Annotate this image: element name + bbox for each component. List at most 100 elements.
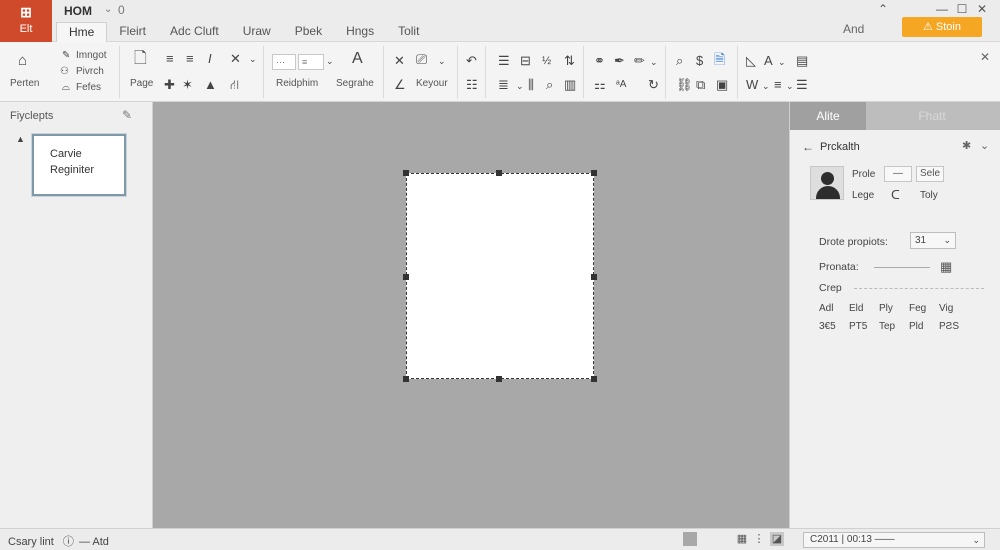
account-label[interactable]: And <box>843 22 864 36</box>
pen-icon[interactable]: ✒ <box>614 54 625 68</box>
picture-icon[interactable]: ⎚ <box>416 52 427 66</box>
align-icon[interactable]: ≡ <box>774 78 782 92</box>
resize-handle-right[interactable] <box>591 274 597 280</box>
spacing-icon[interactable]: ⇅ <box>564 54 575 68</box>
grid-view-icon[interactable]: ▦ <box>735 532 749 546</box>
page-label[interactable]: Page <box>130 78 153 89</box>
resize-handle-left[interactable] <box>403 274 409 280</box>
italic-icon[interactable]: I <box>208 52 212 66</box>
grid-icon[interactable]: ▦ <box>940 259 952 275</box>
chain-icon[interactable]: ⛓ <box>676 78 693 92</box>
symbol-icon[interactable]: ⚏ <box>594 78 606 92</box>
start-button[interactable]: ⚠ Stoin <box>902 17 982 37</box>
distribute-icon[interactable]: ☰ <box>796 78 808 92</box>
delete-icon[interactable]: ✕ <box>394 54 405 68</box>
font-color-icon[interactable]: A <box>764 54 773 68</box>
panel-close-icon[interactable]: ⌄ <box>980 139 989 152</box>
align-center-icon[interactable]: ≡ <box>186 52 194 66</box>
dropdown-arrow-icon[interactable]: ⌄ <box>650 55 658 69</box>
columns-icon[interactable]: ⫼ <box>528 78 534 92</box>
back-arrow-icon[interactable]: ← <box>802 140 814 154</box>
segraphe-label[interactable]: Segrahe <box>336 78 374 89</box>
search-icon[interactable]: ⌕ <box>676 54 683 68</box>
copy-format-icon[interactable]: ⧉ <box>696 78 705 92</box>
tab-home[interactable]: Hme <box>56 22 108 42</box>
undo-icon[interactable]: ↶ <box>466 54 477 68</box>
selected-page[interactable] <box>403 170 597 382</box>
paste-label[interactable]: Perten <box>10 78 39 89</box>
document-icon[interactable]: 🗎 <box>714 52 725 66</box>
effects-icon[interactable]: ✶ <box>182 78 193 92</box>
pane-edit-icon[interactable]: ✎ <box>122 108 132 122</box>
slideshow-icon[interactable]: ◪ <box>770 532 784 546</box>
slide-thumbnail[interactable]: Carvie Reginiter <box>32 134 126 196</box>
dropdown-arrow-icon[interactable]: ⌄ <box>786 79 794 93</box>
ribbon-close-icon[interactable]: ✕ <box>980 50 990 64</box>
maximize-icon[interactable]: ☐ <box>952 2 972 16</box>
style-dropdown-2[interactable]: ≡ <box>298 54 324 70</box>
list-icon[interactable]: ☰ <box>498 54 510 68</box>
notes-icon[interactable]: ▤ <box>796 54 808 68</box>
tab-adc-cluft[interactable]: Adc Cluft <box>158 22 231 42</box>
format-icon[interactable]: ⌓ <box>62 81 70 95</box>
link-icon[interactable]: ⚭ <box>594 54 605 68</box>
resize-handle-bottom[interactable] <box>496 376 502 382</box>
pin-icon[interactable]: ✱ <box>962 139 971 152</box>
tab-hngs[interactable]: Hngs <box>334 22 386 42</box>
rotate-icon[interactable]: ↻ <box>648 78 659 92</box>
clip-item-2[interactable]: Pivrch <box>76 66 104 77</box>
avatar[interactable] <box>810 166 844 200</box>
resize-handle-tl[interactable] <box>403 170 409 176</box>
image-icon[interactable]: ▣ <box>716 78 728 92</box>
resize-handle-br[interactable] <box>591 376 597 382</box>
dropdown-arrow-icon[interactable]: ⌄ <box>516 79 524 93</box>
prop1-value[interactable]: — <box>884 166 912 182</box>
wrap-icon[interactable]: W <box>746 78 758 92</box>
dropdown-arrow-icon[interactable]: ⌄ <box>326 54 334 68</box>
table-icon[interactable]: ⊟ <box>520 54 531 68</box>
prop2-value[interactable]: ᑕ <box>891 188 900 202</box>
align-left-icon[interactable]: ≡ <box>166 52 174 66</box>
fill-icon[interactable]: ▲ <box>204 78 217 92</box>
page-icon[interactable]: 🗋 <box>134 51 147 67</box>
keyour-label[interactable]: Keyour <box>416 78 448 89</box>
close-icon[interactable]: ✕ <box>972 2 992 16</box>
resize-handle-tr[interactable] <box>591 170 597 176</box>
dropdown-arrow-icon[interactable]: ⌄ <box>762 79 770 93</box>
line-icon[interactable]: ∠ <box>394 78 406 92</box>
layout-icon[interactable]: ▥ <box>564 78 576 92</box>
dropdown-arrow-icon[interactable]: ⌄ <box>778 55 786 69</box>
add-icon[interactable]: ✚ <box>164 78 175 92</box>
text-style-icon[interactable]: A <box>352 51 363 67</box>
tab-pbek[interactable]: Pbek <box>283 22 334 42</box>
paste-icon[interactable]: ⌂ <box>18 53 27 68</box>
tab-fhatt[interactable]: Fhatt <box>872 102 992 130</box>
indent-icon[interactable]: ≣ <box>498 78 509 92</box>
zoom-control[interactable]: C2011 | 00:13 —— ⌄ <box>803 532 985 548</box>
zoom-icon[interactable]: ⌕ <box>546 78 553 92</box>
drote-select[interactable]: 31 ⌄ <box>910 232 956 249</box>
resize-handle-bl[interactable] <box>403 376 409 382</box>
rhythm-label[interactable]: Reidphim <box>276 78 318 89</box>
info-icon[interactable]: ⓘ <box>63 536 74 548</box>
normal-view-icon[interactable] <box>683 532 697 546</box>
clipboard-icon[interactable]: ☷ <box>466 78 478 92</box>
font-size-icon[interactable]: ᵃA <box>616 78 626 92</box>
quick-access-icon[interactable]: ⌄ <box>104 4 112 15</box>
resize-handle-top[interactable] <box>496 170 502 176</box>
fraction-icon[interactable]: ½ <box>542 54 551 68</box>
dropdown-arrow-icon[interactable]: ⌄ <box>249 52 257 66</box>
tab-fleirt[interactable]: Fleirt <box>107 22 158 42</box>
collapse-icon[interactable]: ⌃ <box>873 2 893 16</box>
editing-canvas[interactable] <box>153 102 789 528</box>
shape-icon[interactable]: ◺ <box>746 54 756 68</box>
dropdown-arrow-icon[interactable]: ⌄ <box>438 54 446 68</box>
style-dropdown-1[interactable]: ⋯ <box>272 54 296 70</box>
minimize-icon[interactable]: — <box>932 2 952 16</box>
pencil-icon[interactable]: ✏ <box>634 54 645 68</box>
arrange-icon[interactable]: ⛙ <box>230 78 239 92</box>
prop1-extra[interactable]: Sele <box>916 166 944 182</box>
reading-view-icon[interactable]: ⋮ <box>752 532 766 546</box>
pronata-slider[interactable] <box>874 267 930 268</box>
copy-icon[interactable]: ⚇ <box>60 65 69 79</box>
